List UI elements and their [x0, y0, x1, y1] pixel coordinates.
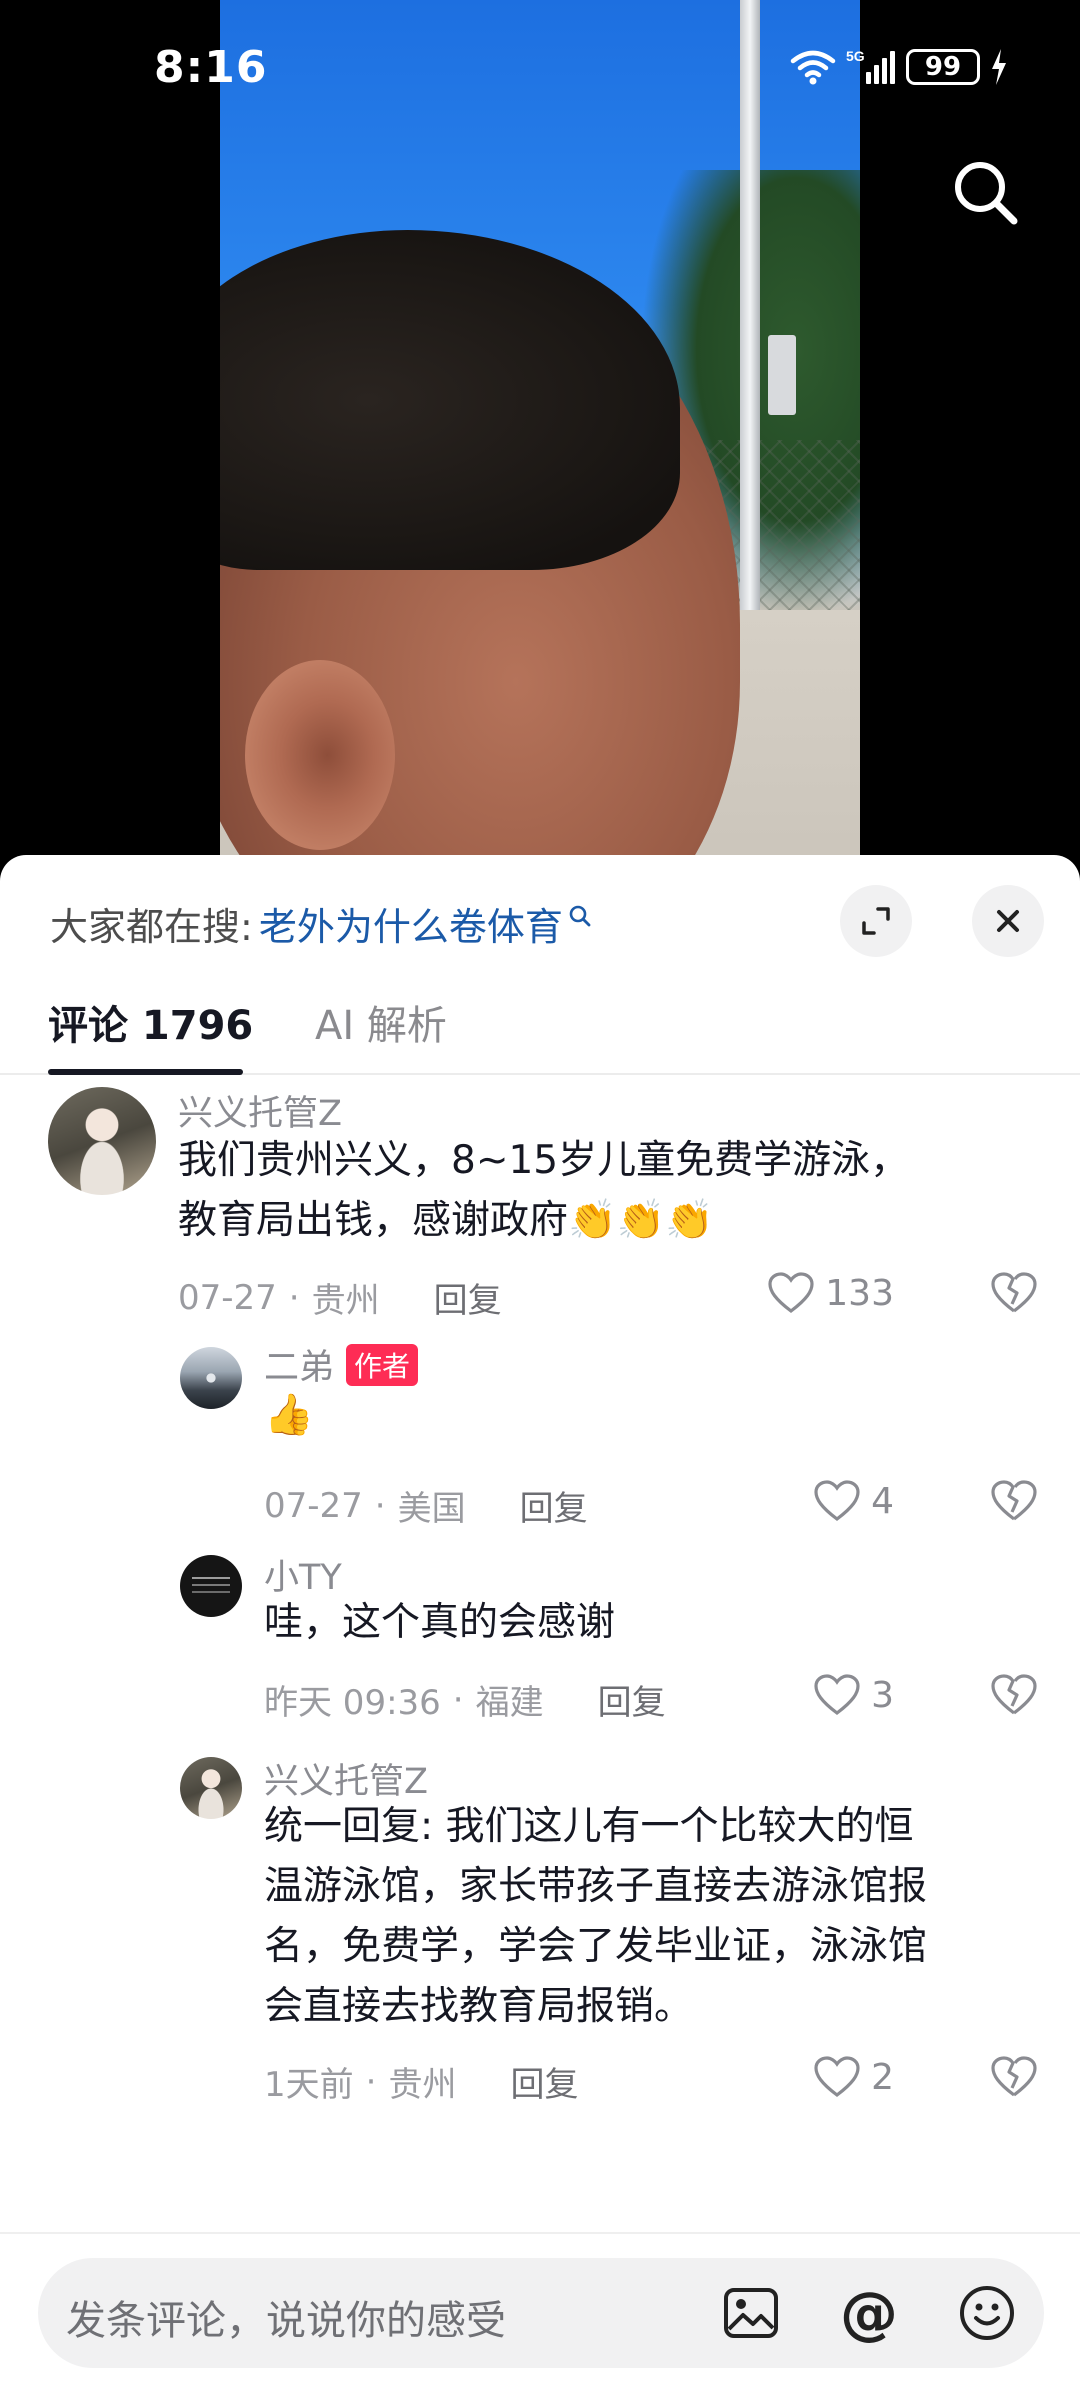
comment-input-bar: 发条评论，说说你的感受 @	[0, 2232, 1080, 2400]
like-button[interactable]: 133	[767, 1271, 894, 1315]
tab-bar: 评论 1796 AI 解析	[0, 975, 1080, 1075]
comment-meta: 昨天 09:36 · 福建 回复	[264, 1675, 666, 1724]
signal-icon: 5G	[846, 48, 896, 86]
emoji-icon[interactable]	[952, 2278, 1022, 2348]
comment-text: 统一回复: 我们这儿有一个比较大的恒 温游泳馆，家长带孩子直接去游泳馆报 名，免…	[264, 1797, 927, 2037]
expand-icon[interactable]	[840, 885, 912, 957]
comment-text-line: 名，免费学，学会了发毕业证，泳泳馆	[264, 1924, 928, 1969]
comment-date: 昨天 09:36	[264, 1683, 441, 1723]
comment-text-line: 会直接去找教育局报销。	[264, 1984, 694, 2029]
video-child-hair	[220, 230, 680, 570]
like-button[interactable]: 3	[813, 1673, 894, 1717]
comment-date: 07-27	[178, 1277, 277, 1318]
svg-text:5G: 5G	[846, 48, 865, 64]
reply-button[interactable]: 回复	[520, 1481, 588, 1530]
like-count: 2	[871, 2056, 894, 2098]
reply-button[interactable]: 回复	[598, 1675, 666, 1724]
comment-text: 👍	[264, 1385, 314, 1446]
comment-location: 贵州	[311, 1281, 380, 1321]
avatar[interactable]	[180, 1555, 242, 1617]
author-badge: 作者	[346, 1344, 419, 1386]
comment-input-placeholder: 发条评论，说说你的感受	[66, 2298, 506, 2344]
image-icon[interactable]	[716, 2278, 786, 2348]
dislike-icon[interactable]	[990, 1271, 1038, 1319]
comment-sheet: 大家都在搜: 老外为什么卷体育 评论 1796 AI 解析 兴义托管Z 我们贵州…	[0, 855, 1080, 2400]
video-player[interactable]: 8:16 5G 99	[0, 0, 1080, 870]
heart-icon	[814, 2056, 860, 2098]
reply-button[interactable]: 回复	[510, 2057, 578, 2106]
meta-dot: ·	[365, 2061, 377, 2102]
status-bar: 8:16 5G 99	[0, 0, 1080, 140]
comment-username-text: 二弟	[264, 1348, 335, 1388]
like-count: 133	[825, 1272, 894, 1314]
comment-location: 美国	[397, 1489, 466, 1529]
avatar-pattern	[192, 1577, 230, 1579]
like-count: 4	[871, 1480, 894, 1522]
heart-icon	[768, 1272, 814, 1314]
comment-input[interactable]: 发条评论，说说你的感受 @	[38, 2258, 1044, 2368]
charging-icon	[990, 49, 1008, 85]
comment-text-line: 统一回复: 我们这儿有一个比较大的恒	[264, 1804, 914, 1849]
dislike-icon[interactable]	[990, 1479, 1038, 1527]
meta-dot: ·	[374, 1485, 386, 1526]
heart-icon	[814, 1674, 860, 1716]
close-icon[interactable]	[972, 885, 1044, 957]
comment-meta: 07-27 · 美国 回复	[264, 1481, 588, 1530]
at-icon[interactable]: @	[834, 2278, 904, 2348]
hot-search-label: 大家都在搜:	[50, 904, 253, 949]
comment-text-line: 温游泳馆，家长带孩子直接去游泳馆报	[264, 1864, 928, 1909]
meta-dot: ·	[452, 1679, 464, 1720]
video-pole-box	[768, 335, 796, 415]
comment-date: 07-27	[264, 1485, 363, 1526]
tab-active-indicator	[48, 1069, 243, 1075]
battery-indicator: 99	[906, 49, 980, 85]
hot-search-icon	[567, 894, 593, 938]
heart-icon	[814, 1480, 860, 1522]
like-button[interactable]: 4	[813, 1479, 894, 1523]
dislike-icon[interactable]	[990, 2055, 1038, 2103]
comment-username[interactable]: 兴义托管Z	[178, 1085, 342, 1136]
comment-text: 哇，这个真的会感谢	[264, 1593, 615, 1653]
status-time: 8:16	[154, 42, 268, 93]
search-icon[interactable]	[948, 155, 1024, 231]
tab-ai-analysis[interactable]: AI 解析	[315, 993, 447, 1051]
reply-button[interactable]: 回复	[434, 1273, 502, 1322]
comment-text-line: 哇，这个真的会感谢	[264, 1600, 616, 1645]
comment-date: 1天前	[264, 2065, 354, 2105]
hot-search-bar[interactable]: 大家都在搜: 老外为什么卷体育	[50, 893, 593, 953]
avatar[interactable]	[48, 1087, 156, 1195]
meta-dot: ·	[288, 1277, 300, 1318]
wifi-icon	[790, 49, 836, 85]
comment-meta: 1天前 · 贵州 回复	[264, 2057, 578, 2106]
comment-username[interactable]: 二弟 作者	[264, 1339, 419, 1390]
status-icons: 5G 99	[790, 48, 1008, 86]
like-button[interactable]: 2	[813, 2055, 894, 2099]
tab-comments[interactable]: 评论 1796	[48, 993, 253, 1051]
comment-text-line: 我们贵州兴义，8~15岁儿童免费学游泳，	[178, 1138, 910, 1183]
hot-search-term[interactable]: 老外为什么卷体育	[259, 896, 563, 951]
avatar[interactable]	[180, 1757, 242, 1819]
comment-location: 贵州	[388, 2065, 457, 2105]
dislike-icon[interactable]	[990, 1673, 1038, 1721]
like-count: 3	[871, 1674, 894, 1716]
comment-text: 我们贵州兴义，8~15岁儿童免费学游泳， 教育局出钱，感谢政府👏👏👏	[178, 1131, 909, 1251]
thumbs-up-emoji: 👍	[264, 1392, 314, 1438]
comment-text-line: 教育局出钱，感谢政府👏👏👏	[178, 1198, 714, 1243]
avatar[interactable]	[180, 1347, 242, 1409]
comment-location: 福建	[475, 1683, 544, 1723]
comment-meta: 07-27 · 贵州 回复	[178, 1273, 502, 1322]
video-child-ear	[245, 660, 395, 850]
